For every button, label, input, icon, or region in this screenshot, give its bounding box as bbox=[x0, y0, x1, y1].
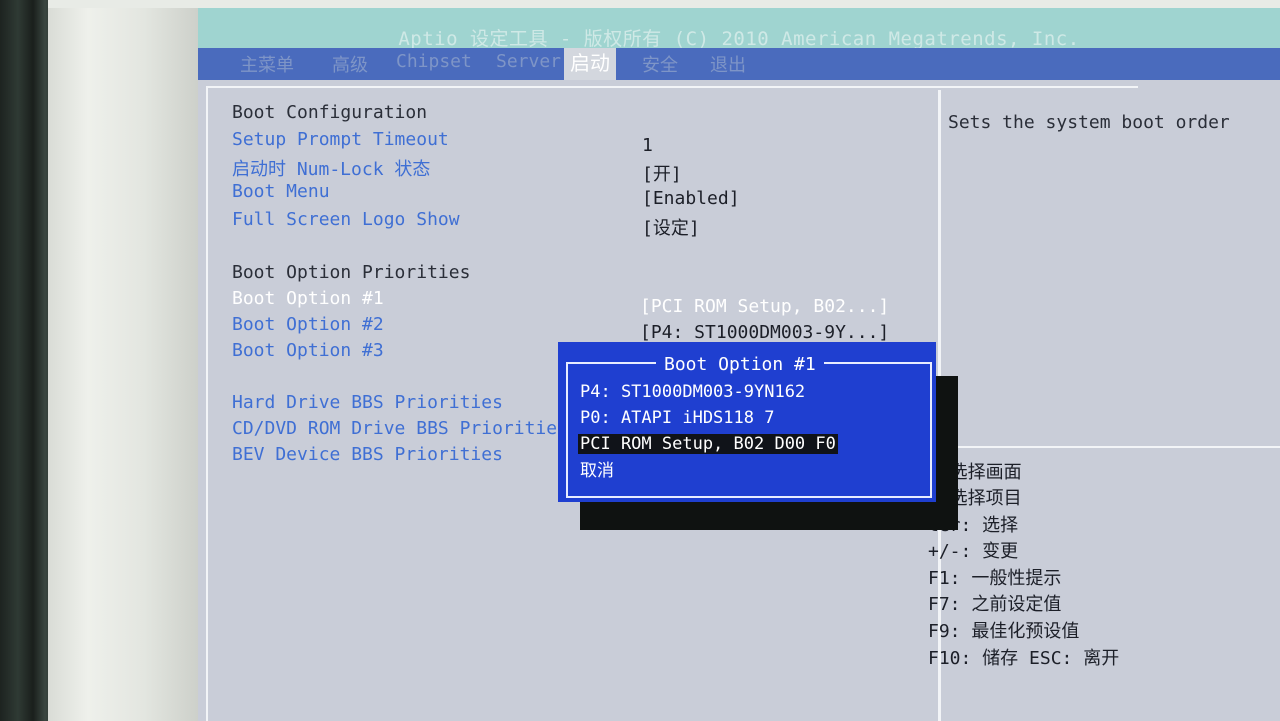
setup-prompt-timeout-value[interactable]: 1 bbox=[642, 135, 653, 156]
cdrom-bbs-priorities[interactable]: CD/DVD ROM Drive BBS Prioritie bbox=[232, 418, 557, 439]
key-help-change: +/-: 变更 bbox=[928, 541, 1019, 562]
key-help-f7: F7: 之前设定值 bbox=[928, 594, 1062, 615]
bios-screen: Aptio 设定工具 - 版权所有 (C) 2010 American Mega… bbox=[198, 8, 1280, 721]
monitor-bezel bbox=[48, 0, 208, 721]
boot-option-priorities-header: Boot Option Priorities bbox=[232, 262, 471, 283]
popup-option-p4-hdd[interactable]: P4: ST1000DM003-9YN162 bbox=[580, 382, 805, 402]
popup-option-p0-atapi[interactable]: P0: ATAPI iHDS118 7 bbox=[580, 408, 774, 428]
key-help-f9: F9: 最佳化预设值 bbox=[928, 621, 1080, 642]
tab-security[interactable]: 安全 bbox=[642, 51, 678, 77]
title-text: Aptio 设定工具 - 版权所有 (C) 2010 American Mega… bbox=[398, 28, 1080, 50]
full-screen-logo-label[interactable]: Full Screen Logo Show bbox=[232, 209, 460, 230]
setup-prompt-timeout-label[interactable]: Setup Prompt Timeout bbox=[232, 129, 449, 150]
menu-bar: 主菜单 高级 Chipset Server 启动 安全 退出 bbox=[198, 48, 1280, 80]
help-description: Sets the system boot order bbox=[948, 112, 1230, 133]
numlock-label[interactable]: 启动时 Num-Lock 状态 bbox=[232, 155, 430, 181]
boot-option-1-value[interactable]: [PCI ROM Setup, B02...] bbox=[640, 296, 889, 317]
tab-exit[interactable]: 退出 bbox=[710, 51, 746, 77]
tab-main[interactable]: 主菜单 bbox=[240, 51, 294, 77]
tab-server[interactable]: Server bbox=[496, 51, 561, 72]
title-bar: Aptio 设定工具 - 版权所有 (C) 2010 American Mega… bbox=[198, 8, 1280, 50]
bev-bbs-priorities[interactable]: BEV Device BBS Priorities bbox=[232, 444, 503, 465]
boot-option-2-value[interactable]: [P4: ST1000DM003-9Y...] bbox=[640, 322, 889, 343]
boot-config-header: Boot Configuration bbox=[232, 102, 428, 123]
boot-option-2-label[interactable]: Boot Option #2 bbox=[232, 314, 384, 335]
tab-chipset[interactable]: Chipset bbox=[396, 51, 472, 72]
hdd-bbs-priorities[interactable]: Hard Drive BBS Priorities bbox=[232, 392, 503, 413]
monitor-bezel-top bbox=[48, 0, 1280, 8]
boot-menu-value[interactable]: [Enabled] bbox=[642, 188, 740, 209]
popup-option-pci-rom[interactable]: PCI ROM Setup, B02 D00 F0 bbox=[578, 434, 838, 454]
tab-boot[interactable]: 启动 bbox=[564, 48, 616, 80]
boot-option-3-label[interactable]: Boot Option #3 bbox=[232, 340, 384, 361]
boot-menu-label[interactable]: Boot Menu bbox=[232, 181, 330, 202]
numlock-value[interactable]: [开] bbox=[642, 160, 682, 186]
tab-advanced[interactable]: 高级 bbox=[332, 51, 368, 77]
help-divider bbox=[938, 446, 1280, 448]
boot-option-popup: Boot Option #1 P4: ST1000DM003-9YN162 P0… bbox=[558, 342, 936, 502]
key-help-f10-esc: F10: 储存 ESC: 离开 bbox=[928, 648, 1120, 669]
key-help-f1: F1: 一般性提示 bbox=[928, 568, 1062, 589]
boot-option-1-label[interactable]: Boot Option #1 bbox=[232, 288, 384, 309]
popup-title: Boot Option #1 bbox=[656, 354, 824, 375]
full-screen-logo-value[interactable]: [设定] bbox=[642, 214, 700, 240]
popup-option-cancel[interactable]: 取消 bbox=[580, 456, 614, 481]
